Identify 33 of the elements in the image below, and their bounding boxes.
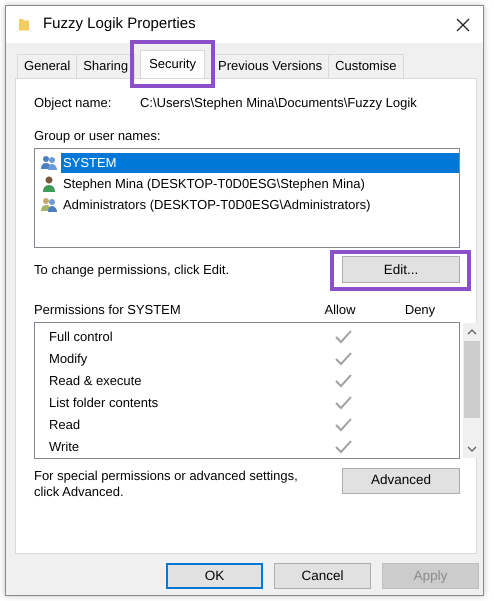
scrollbar-thumb[interactable] [464,340,480,418]
column-header: Deny [404,302,436,318]
tab[interactable]: Sharing [76,54,136,78]
object-name-value: C:\Users\Stephen Mina\Documents\Fuzzy Logik [140,94,417,112]
group-list-item[interactable]: SYSTEM [61,153,459,173]
change-hint-text: To change permissions, click Edit. [34,261,230,279]
permission-name: Full control [48,328,114,346]
permission-name: Read [48,416,82,434]
column-header: Allow [323,302,357,318]
window-title: Fuzzy Logik Properties [43,14,197,34]
users-icon [40,154,58,172]
object-name-label: Object name: [34,94,112,112]
advanced-button[interactable]: Advanced [342,468,460,494]
permission-name: Modify [48,350,88,368]
advanced-hint-text: For special permissions or advanced settings, click Advanced. [34,468,299,500]
tab[interactable]: Security [140,50,206,78]
group-list-label: Group or user names: [34,126,162,145]
scrollbar[interactable] [463,322,481,458]
group-list-item[interactable]: Administrators (DESKTOP-T0D0ESG\Administrators) [61,195,372,215]
dialog-button[interactable]: OK [166,563,263,589]
group-list-item[interactable]: Stephen Mina (DESKTOP-T0D0ESG\Stephen Mina) [61,174,367,194]
close-icon [455,17,471,34]
permission-name: List folder contents [48,394,160,412]
edit-button[interactable]: Edit... [342,256,460,284]
user-icon [40,175,58,193]
folder-icon [18,17,30,32]
tab[interactable]: Customise [328,54,404,78]
dialog-button[interactable]: Cancel [274,563,371,589]
permissions-label: Permissions for SYSTEM [34,302,182,318]
permission-name: Read & execute [48,372,143,390]
tab[interactable]: General [17,54,78,78]
users-icon [40,196,58,214]
permission-name: Write [48,438,80,456]
